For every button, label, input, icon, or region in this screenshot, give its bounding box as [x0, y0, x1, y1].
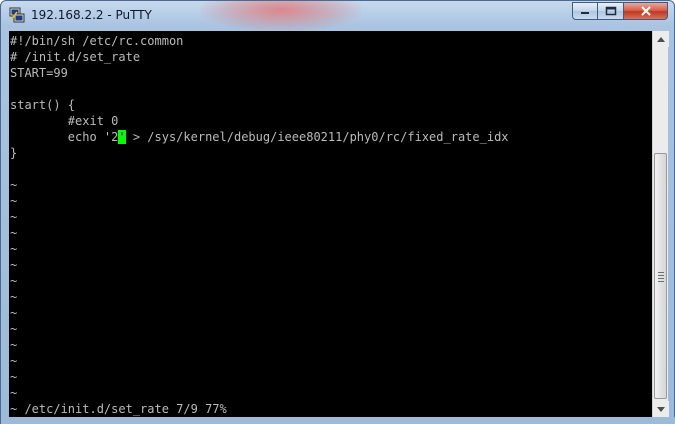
scrollbar-thumb[interactable] [654, 153, 667, 399]
scroll-down-button[interactable] [653, 401, 669, 417]
terminal-line: ~ [10, 258, 18, 272]
putty-icon[interactable] [9, 7, 25, 23]
vertical-scrollbar[interactable] [652, 31, 669, 417]
putty-window: 192.168.2.2 - PuTTY #!/bin/sh /etc/rc.co… [0, 0, 675, 424]
window-bottom-border [1, 417, 675, 424]
close-button[interactable] [624, 2, 668, 20]
terminal-line: ~ [10, 370, 18, 384]
scroll-up-arrow-icon [657, 36, 665, 42]
terminal-line: ~ [10, 194, 18, 208]
maximize-icon [605, 6, 616, 16]
terminal-line: ~ [10, 226, 18, 240]
terminal-line: ~ [10, 354, 18, 368]
terminal-line: start() { [10, 98, 76, 112]
vim-status-line: ~ /etc/init.d/set_rate 7/9 77% [10, 402, 227, 416]
terminal-line: START=99 [10, 66, 68, 80]
terminal-line: ~ [10, 386, 18, 400]
terminal-line: ~ [10, 306, 18, 320]
terminal-line: ~ [10, 274, 18, 288]
terminal-line: ~ [10, 338, 18, 352]
window-title: 192.168.2.2 - PuTTY [31, 8, 152, 22]
terminal-line: echo '2' > /sys/kernel/debug/ieee80211/p… [10, 130, 509, 144]
title-bar[interactable]: 192.168.2.2 - PuTTY [1, 1, 674, 31]
terminal-line: ~ [10, 290, 18, 304]
scrollbar-grip-icon [658, 272, 664, 284]
terminal-cursor: ' [118, 130, 126, 144]
close-icon [640, 6, 651, 16]
minimize-button[interactable] [572, 2, 598, 20]
terminal-screen[interactable]: #!/bin/sh /etc/rc.common # /init.d/set_ra… [9, 31, 652, 417]
terminal-line: ~ [10, 210, 18, 224]
terminal-line: ~ [10, 242, 18, 256]
maximize-button[interactable] [598, 2, 624, 20]
terminal-line: ~ [10, 178, 18, 192]
terminal-line: ~ [10, 322, 18, 336]
terminal-line: # /init.d/set_rate [10, 50, 141, 64]
terminal-line: } [10, 146, 18, 160]
scroll-down-arrow-icon [657, 406, 665, 412]
terminal-line: #exit 0 [10, 114, 119, 128]
scroll-up-button[interactable] [653, 31, 669, 47]
terminal-line: #!/bin/sh /etc/rc.common [10, 34, 184, 48]
terminal-line-rest: > /sys/kernel/debug/ieee80211/phy0/rc/fi… [125, 130, 509, 144]
caption-buttons [572, 2, 668, 20]
minimize-icon [581, 12, 589, 14]
